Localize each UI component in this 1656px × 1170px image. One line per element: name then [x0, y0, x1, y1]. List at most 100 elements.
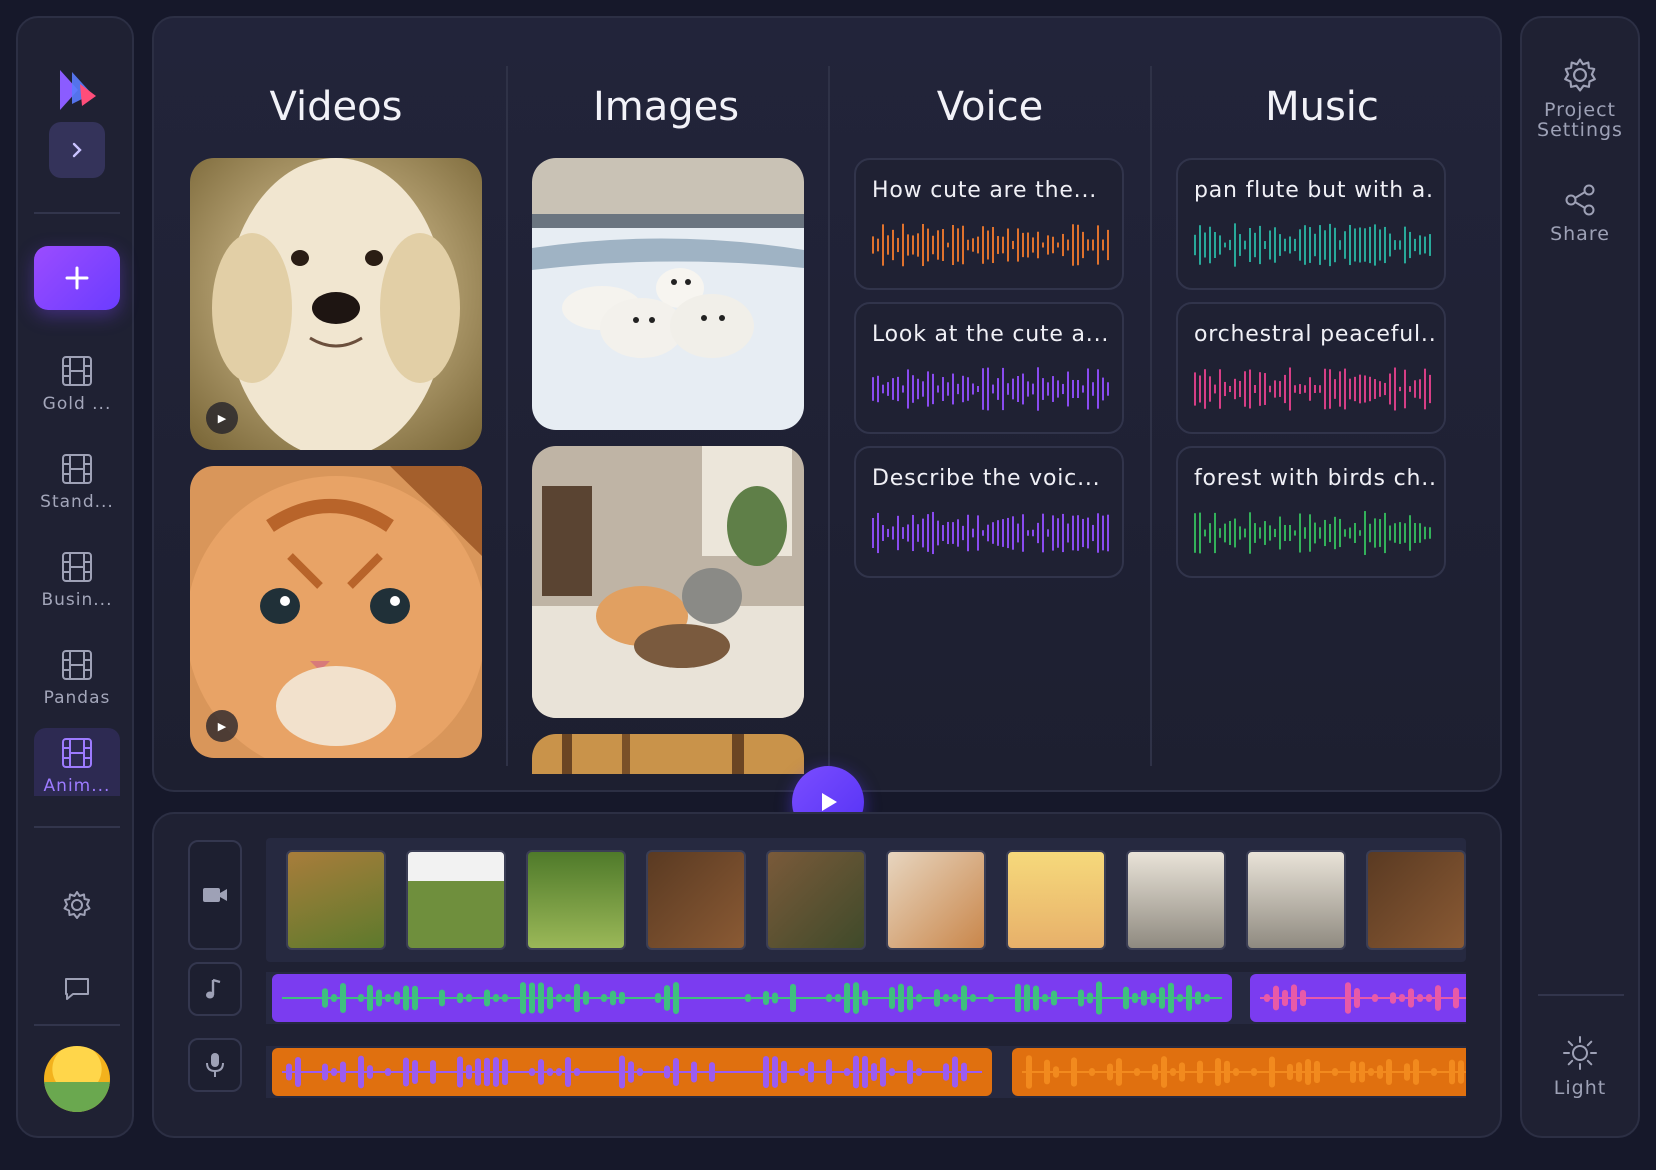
media-library: Videos Images Voice Music ▶ ▶ How cute a… — [152, 16, 1502, 792]
project-item-stand[interactable]: Stand... — [34, 444, 120, 534]
waveform-icon — [1194, 223, 1431, 267]
voice-track-button[interactable] — [188, 1038, 242, 1092]
right-sidebar: Project Settings Share Light — [1520, 16, 1640, 1138]
kitten-image — [190, 466, 482, 758]
play-icon[interactable]: ▶ — [206, 710, 238, 742]
divider — [34, 1024, 120, 1026]
column-title-videos: Videos — [269, 84, 403, 130]
clip-frame[interactable] — [1366, 850, 1466, 950]
clip-frame[interactable] — [646, 850, 746, 950]
column-title-voice: Voice — [936, 84, 1044, 130]
music-card-text: pan flute but with a... — [1194, 178, 1434, 203]
project-label: Anim... — [43, 776, 111, 796]
voice-card[interactable]: Describe the voic... — [854, 446, 1124, 578]
film-icon — [62, 650, 92, 680]
forest-image — [532, 734, 804, 774]
voice-card-text: Describe the voic... — [872, 466, 1101, 491]
project-label: Busin... — [41, 590, 113, 610]
waveform-icon — [1022, 1055, 1466, 1089]
column-divider — [1150, 66, 1152, 766]
film-icon — [62, 356, 92, 386]
theme-label: Light — [1553, 1077, 1607, 1099]
clip-frame[interactable] — [286, 850, 386, 950]
voice-card-text: How cute are the... — [872, 178, 1098, 203]
music-track-button[interactable] — [188, 962, 242, 1016]
image-thumbnail-seals[interactable] — [532, 158, 804, 430]
project-item-pandas[interactable]: Pandas — [34, 640, 120, 730]
column-title-music: Music — [1265, 84, 1379, 130]
film-icon — [62, 738, 92, 768]
column-divider — [506, 66, 508, 766]
clip-frame[interactable] — [526, 850, 626, 950]
timeline — [152, 812, 1502, 1138]
music-card-text: orchestral peaceful... — [1194, 322, 1434, 347]
image-thumbnail-kittens[interactable] — [532, 446, 804, 718]
film-icon — [62, 454, 92, 484]
music-clip[interactable] — [1250, 974, 1466, 1022]
play-icon[interactable]: ▶ — [206, 402, 238, 434]
settings-button[interactable] — [54, 882, 100, 928]
kittens-image — [532, 446, 804, 718]
divider — [34, 826, 120, 828]
left-sidebar: Gold ... Stand... Busin... Pandas Anim..… — [16, 16, 134, 1138]
clip-frame[interactable] — [886, 850, 986, 950]
divider — [1538, 994, 1624, 996]
music-note-icon — [206, 978, 221, 999]
clip-frame[interactable] — [406, 850, 506, 950]
user-avatar[interactable] — [44, 1046, 110, 1112]
project-label: Stand... — [40, 492, 114, 512]
clip-frame[interactable] — [766, 850, 866, 950]
music-clip[interactable] — [272, 974, 1232, 1022]
divider — [34, 212, 120, 214]
clip-frame[interactable] — [1126, 850, 1226, 950]
video-track[interactable] — [266, 838, 1466, 962]
share-label: Share — [1550, 223, 1610, 245]
chevron-right-icon — [72, 142, 82, 158]
clip-frame[interactable] — [1246, 850, 1346, 950]
column-title-images: Images — [592, 84, 740, 130]
clip-frame[interactable] — [1006, 850, 1106, 950]
waveform-icon — [872, 223, 1109, 267]
theme-toggle-button[interactable]: Light — [1522, 1034, 1638, 1098]
image-thumbnail-forest[interactable] — [532, 734, 804, 774]
video-thumbnail-kitten[interactable]: ▶ — [190, 466, 482, 758]
microphone-icon — [206, 1053, 224, 1077]
music-card[interactable]: pan flute but with a... — [1176, 158, 1446, 290]
voice-track[interactable] — [266, 1046, 1466, 1098]
app-logo[interactable] — [56, 66, 100, 114]
project-item-anim[interactable]: Anim... — [34, 728, 120, 796]
waveform-icon — [282, 981, 1222, 1015]
video-track-button[interactable] — [188, 840, 242, 950]
music-track[interactable] — [266, 972, 1466, 1024]
waveform-icon — [1194, 367, 1431, 411]
waveform-icon — [1260, 982, 1466, 1014]
music-card[interactable]: orchestral peaceful... — [1176, 302, 1446, 434]
video-thumbnail-puppy[interactable]: ▶ — [190, 158, 482, 450]
share-button[interactable]: Share — [1522, 182, 1638, 244]
gear-icon — [63, 891, 91, 919]
project-settings-button[interactable]: Project Settings — [1522, 56, 1638, 140]
voice-clip[interactable] — [1012, 1048, 1466, 1096]
waveform-icon — [282, 1055, 982, 1089]
music-card[interactable]: forest with birds ch... — [1176, 446, 1446, 578]
plus-icon — [65, 266, 89, 290]
play-icon — [822, 793, 837, 811]
puppy-image — [190, 158, 482, 450]
project-item-gold[interactable]: Gold ... — [34, 346, 120, 436]
expand-sidebar-button[interactable] — [49, 122, 105, 178]
project-settings-label: Project — [1543, 99, 1616, 121]
feedback-button[interactable] — [54, 966, 100, 1012]
film-icon — [62, 552, 92, 582]
waveform-icon — [1194, 511, 1431, 555]
column-divider — [828, 66, 830, 766]
new-project-button[interactable] — [34, 246, 120, 310]
music-card-text: forest with birds ch... — [1194, 466, 1434, 491]
voice-clip[interactable] — [272, 1048, 992, 1096]
video-camera-icon — [203, 888, 227, 902]
project-label: Pandas — [43, 688, 111, 708]
voice-card[interactable]: How cute are the... — [854, 158, 1124, 290]
project-item-busin[interactable]: Busin... — [34, 542, 120, 632]
voice-card[interactable]: Look at the cute a... — [854, 302, 1124, 434]
waveform-icon — [872, 511, 1109, 555]
voice-card-text: Look at the cute a... — [872, 322, 1110, 347]
